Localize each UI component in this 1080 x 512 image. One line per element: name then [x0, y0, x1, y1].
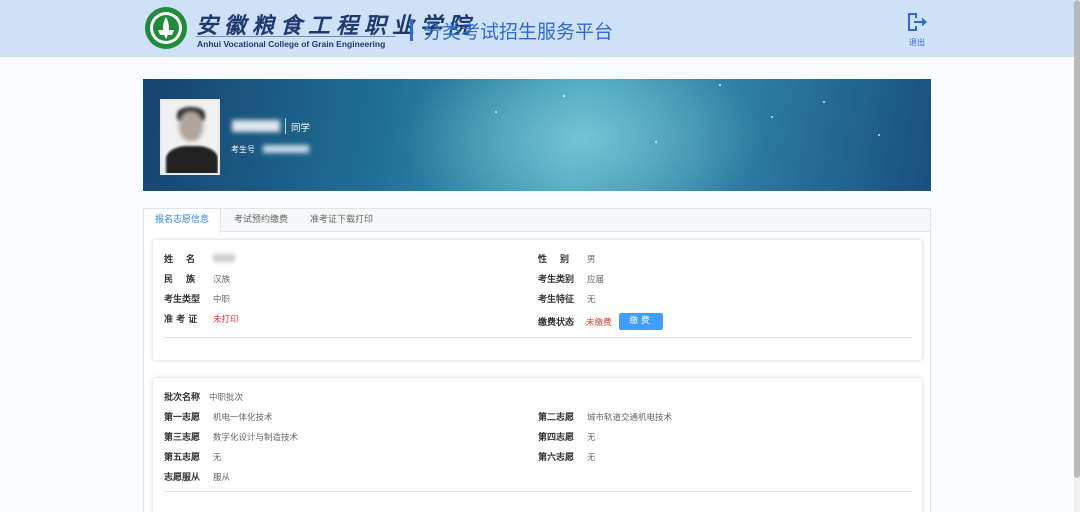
- choice4-value: 无: [587, 433, 596, 443]
- scrollbar-thumb[interactable]: [1074, 0, 1080, 478]
- gender-label: 性 别: [538, 255, 572, 265]
- card-divider: [164, 337, 912, 338]
- basic-info-card: 姓 名 性 别 男 民 族 汉族 考生类别 应届 考生类型 中职 考生特征 无 …: [153, 240, 922, 360]
- choice3-label: 第三志愿: [164, 433, 201, 443]
- logout-label: 退出: [909, 38, 925, 47]
- exam-number-redacted: [263, 145, 309, 153]
- category-value: 应届: [587, 275, 605, 285]
- logout-button[interactable]: 退出: [900, 12, 934, 48]
- feature-label: 考生特征: [538, 295, 575, 305]
- photo-face: [179, 111, 203, 141]
- school-logo-icon: [145, 7, 187, 49]
- category-label: 考生类别: [538, 275, 575, 285]
- admission-ticket-status: 未打印: [213, 315, 239, 325]
- choice6-label: 第六志愿: [538, 453, 575, 463]
- school-name-underline: [196, 36, 396, 37]
- page-scrollbar[interactable]: [1074, 0, 1080, 512]
- banner-star: [719, 84, 721, 86]
- payment-status-label: 缴费状态: [538, 318, 575, 328]
- type-value: 中职: [213, 295, 231, 305]
- obey-value: 服从: [213, 473, 231, 483]
- student-photo: [160, 99, 220, 175]
- choice5-value: 无: [213, 453, 222, 463]
- ethnicity-label: 民 族: [164, 275, 198, 285]
- choice1-value: 机电一体化技术: [213, 413, 273, 423]
- school-name-en: Anhui Vocational College of Grain Engine…: [197, 39, 386, 49]
- choice4-label: 第四志愿: [538, 433, 575, 443]
- batch-value: 中职批次: [209, 393, 244, 403]
- obey-label: 志愿服从: [164, 473, 201, 483]
- volunteer-info-card: 批次名称 中职批次 第一志愿 机电一体化技术 第二志愿 城市轨道交通机电技术 第…: [153, 378, 922, 512]
- choice2-value: 城市轨道交通机电技术: [587, 413, 673, 423]
- banner-star: [495, 111, 497, 113]
- name-separator: [285, 118, 286, 134]
- banner-star: [771, 116, 773, 118]
- choice6-value: 无: [587, 453, 596, 463]
- name-label: 姓 名: [164, 255, 198, 265]
- greeting-suffix: 同学: [291, 123, 311, 134]
- choice5-label: 第五志愿: [164, 453, 201, 463]
- platform-title: 分类考试招生服务平台: [423, 21, 614, 43]
- tab-admission-ticket-print[interactable]: 准考证下载打印: [299, 209, 384, 232]
- banner-star: [655, 141, 657, 143]
- feature-value: 无: [587, 295, 596, 305]
- top-header: 安徽粮食工程职业学院 Anhui Vocational College of G…: [0, 0, 1080, 57]
- type-label: 考生类型: [164, 295, 201, 305]
- banner-star: [563, 95, 565, 97]
- choice2-label: 第二志愿: [538, 413, 575, 423]
- tab-registration-info[interactable]: 报名志愿信息: [144, 209, 222, 233]
- title-divider: [410, 19, 413, 41]
- exam-number-label: 考生号: [231, 145, 255, 154]
- profile-banner: 同学 考生号: [143, 79, 931, 191]
- choice1-label: 第一志愿: [164, 413, 201, 423]
- banner-star: [878, 134, 880, 136]
- payment-status-value: 未缴费: [586, 318, 612, 328]
- ethnicity-value: 汉族: [213, 275, 231, 285]
- gender-value: 男: [587, 255, 596, 265]
- name-value-redacted: [213, 254, 235, 262]
- photo-body: [166, 146, 218, 173]
- tab-exam-booking-payment[interactable]: 考试预约缴费: [223, 209, 299, 232]
- tab-bar: 报名志愿信息 考试预约缴费 准考证下载打印: [144, 209, 930, 233]
- banner-glow: [403, 79, 763, 191]
- logout-icon: [908, 13, 927, 31]
- banner-star: [823, 101, 825, 103]
- pay-button[interactable]: 缴费: [619, 313, 663, 330]
- choice3-value: 数字化设计与制造技术: [213, 433, 299, 443]
- admission-ticket-label: 准 考 证: [164, 315, 198, 325]
- card-divider: [164, 491, 912, 492]
- batch-label: 批次名称: [164, 393, 201, 403]
- info-panel: 报名志愿信息 考试预约缴费 准考证下载打印 姓 名 性 别 男 民 族 汉族 考…: [143, 208, 931, 512]
- student-name-redacted: [232, 120, 280, 132]
